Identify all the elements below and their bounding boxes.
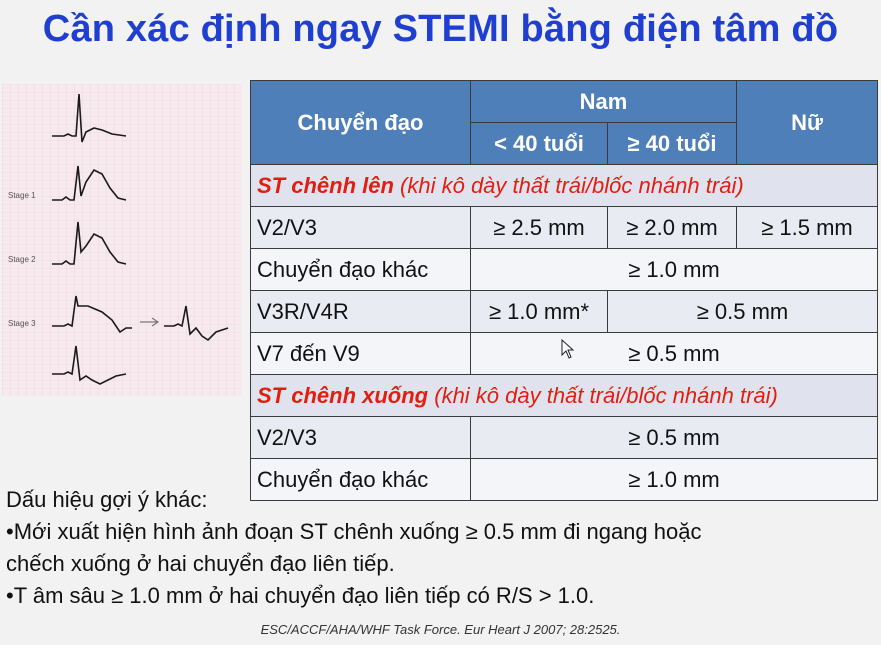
lead-cell: V7 đến V9 — [250, 332, 471, 375]
notes-bullet-2: •T âm sâu ≥ 1.0 mm ở hai chuyển đạo liên… — [6, 583, 595, 608]
value-cell: ≥ 0.5 mm — [470, 416, 878, 459]
header-female: Nữ — [736, 80, 878, 165]
table-row: V2/V3 ≥ 0.5 mm — [250, 416, 878, 459]
value-cell: ≥ 1.5 mm — [736, 206, 878, 249]
citation: ESC/ACCF/AHA/WHF Task Force. Eur Heart J… — [260, 622, 621, 637]
header-male: Nam — [470, 80, 737, 123]
table-row: V2/V3 ≥ 2.5 mm ≥ 2.0 mm ≥ 1.5 mm — [250, 206, 878, 249]
value-cell: ≥ 1.0 mm — [470, 248, 878, 291]
stemi-criteria-table: Chuyển đạo Nam Nữ < 40 tuổi ≥ 40 tuổi ST… — [250, 80, 878, 501]
value-cell: ≥ 0.5 mm — [607, 290, 878, 333]
header-male-under40: < 40 tuổi — [470, 122, 608, 165]
ecg-traces: Stage 1 Stage 2 Stage 3 — [2, 84, 242, 396]
header-male-over40: ≥ 40 tuổi — [607, 122, 737, 165]
value-cell: ≥ 0.5 mm — [470, 332, 878, 375]
lead-cell: V2/V3 — [250, 206, 471, 249]
table-row: Chuyển đạo khác ≥ 1.0 mm — [250, 248, 878, 291]
mouse-cursor-icon — [561, 338, 575, 359]
value-cell: ≥ 2.5 mm — [470, 206, 608, 249]
value-cell: ≥ 1.0 mm* — [470, 290, 608, 333]
value-cell: ≥ 2.0 mm — [607, 206, 737, 249]
notes-heading: Dấu hiệu gợi ý khác: — [6, 487, 208, 512]
header-lead: Chuyển đạo — [250, 80, 471, 165]
ecg-stages-figure: Stage 1 Stage 2 Stage 3 — [2, 84, 242, 396]
notes-bullet-1-line-2: chếch xuống ở hai chuyển đạo liên tiếp. — [6, 551, 395, 576]
section-st-depression: ST chênh xuống (khi kô dày thất trái/blố… — [250, 374, 878, 417]
table-row: V3R/V4R ≥ 1.0 mm* ≥ 0.5 mm — [250, 290, 878, 333]
slide-title: Cần xác định ngay STEMI bằng điện tâm đồ — [42, 8, 839, 50]
lead-cell: V3R/V4R — [250, 290, 471, 333]
stage-2-label: Stage 2 — [8, 255, 36, 264]
section-st-elevation: ST chênh lên (khi kô dày thất trái/blốc … — [250, 164, 878, 207]
notes-bullet-1-line-1: •Mới xuất hiện hình ảnh đoạn ST chênh xu… — [6, 519, 702, 544]
lead-cell: Chuyển đạo khác — [250, 248, 471, 291]
other-signs-notes: Dấu hiệu gợi ý khác: •Mới xuất hiện hình… — [6, 484, 866, 612]
lead-cell: V2/V3 — [250, 416, 471, 459]
stage-3-label: Stage 3 — [8, 319, 36, 328]
stage-1-label: Stage 1 — [8, 191, 36, 200]
